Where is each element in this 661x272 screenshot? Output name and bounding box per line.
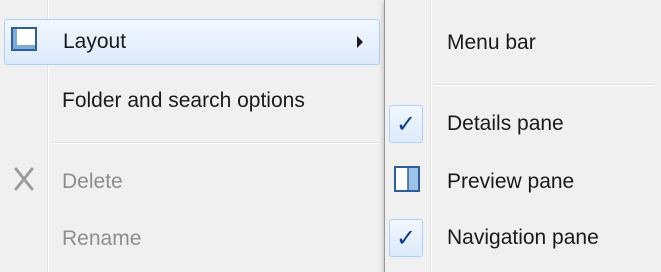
- submenu-item-details-pane[interactable]: ✓ Details pane: [385, 99, 661, 149]
- submenu-item-preview-pane[interactable]: Preview pane: [385, 157, 661, 207]
- menu-item-label: Delete: [62, 170, 123, 193]
- submenu-item-menu-bar[interactable]: Menu bar: [385, 18, 661, 68]
- context-menu: Layout Folder and search options Delete …: [0, 0, 400, 272]
- menu-item-label: Rename: [62, 227, 142, 250]
- submenu-item-label: Menu bar: [447, 31, 536, 54]
- submenu-separator: [433, 84, 655, 86]
- menu-item-layout[interactable]: Layout: [4, 19, 380, 65]
- menu-item-label: Layout: [63, 30, 127, 53]
- menu-item-delete[interactable]: Delete: [0, 159, 400, 205]
- preview-pane-icon: [393, 165, 421, 199]
- submenu-item-navigation-pane[interactable]: ✓ Navigation pane: [385, 213, 661, 263]
- layout-icon: [11, 27, 37, 57]
- layout-submenu: Menu bar ✓ Details pane Preview pane ✓ N…: [384, 0, 661, 272]
- submenu-item-label: Details pane: [447, 112, 564, 135]
- checkmark-icon: ✓: [389, 219, 423, 257]
- submenu-item-label: Preview pane: [447, 170, 575, 193]
- submenu-item-label: Navigation pane: [447, 226, 599, 249]
- menu-item-label: Folder and search options: [62, 89, 305, 112]
- menu-separator: [54, 142, 379, 144]
- menu-item-rename[interactable]: Rename: [0, 216, 400, 262]
- menu-item-folder-and-search-options[interactable]: Folder and search options: [0, 78, 400, 124]
- delete-x-icon: [12, 166, 36, 198]
- checkmark-icon: ✓: [389, 105, 423, 143]
- submenu-arrow-icon: [357, 36, 363, 48]
